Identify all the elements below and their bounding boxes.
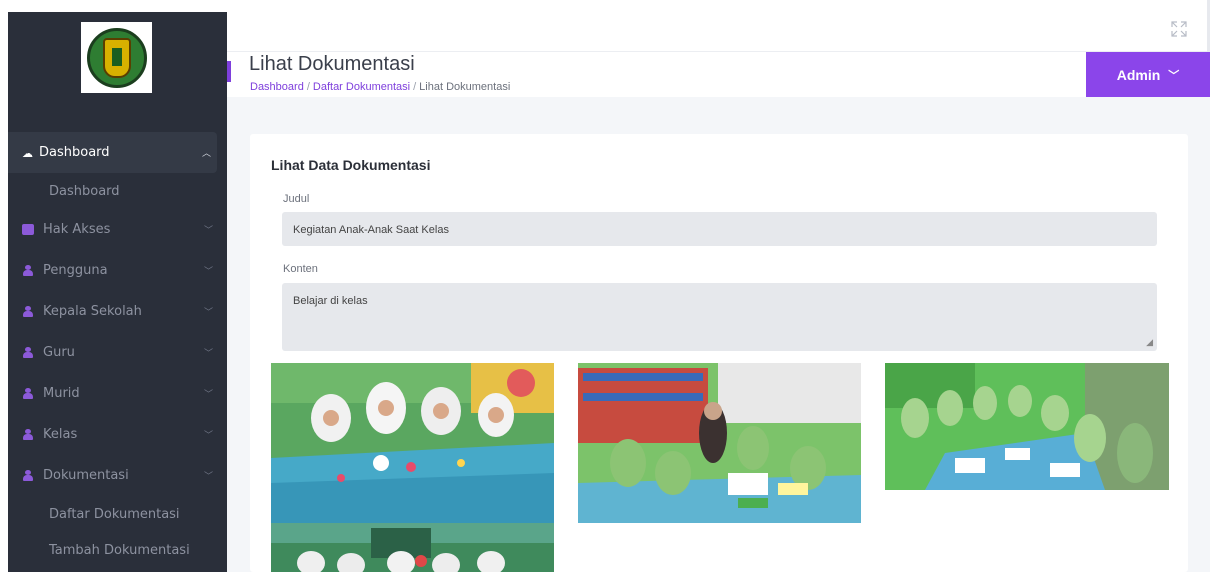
documentation-photo-4[interactable]: [271, 523, 554, 572]
user-icon: [22, 388, 34, 399]
konten-textarea[interactable]: Belajar di kelas ◢: [282, 283, 1157, 351]
user-icon: [22, 265, 34, 276]
sidebar-item-dashboard[interactable]: ☁ Dashboard ︿: [8, 132, 217, 173]
user-icon: [22, 429, 34, 440]
sidebar-item-label: Hak Akses: [43, 222, 111, 237]
sidebar-nav: ☁ Dashboard ︿ Dashboard Hak Akses ﹀ Peng…: [8, 132, 227, 568]
user-icon: [22, 306, 34, 317]
dashboard-icon: ☁: [22, 147, 33, 160]
sidebar-item-label: Pengguna: [43, 263, 108, 278]
sidebar-item-label: Dashboard: [39, 145, 110, 160]
sidebar-item-label: Dokumentasi: [43, 468, 129, 483]
sidebar-item-guru[interactable]: Guru ﹀: [8, 332, 227, 373]
breadcrumb-current: Lihat Dokumentasi: [419, 81, 511, 93]
page-title: Lihat Dokumentasi: [249, 53, 415, 75]
judul-field[interactable]: Kegiatan Anak-Anak Saat Kelas: [282, 212, 1157, 246]
sidebar-item-label: Guru: [43, 345, 75, 360]
judul-value: Kegiatan Anak-Anak Saat Kelas: [293, 224, 449, 236]
chevron-down-icon: ﹀: [203, 267, 213, 277]
sidebar-item-label: Kelas: [43, 427, 78, 442]
card-title: Lihat Data Dokumentasi: [271, 157, 431, 173]
chevron-down-icon: ﹀: [203, 349, 213, 359]
chevron-down-icon: ﹀: [1168, 69, 1180, 82]
sidebar-subitem-dashboard[interactable]: Dashboard: [8, 173, 227, 209]
chevron-down-icon: ﹀: [203, 431, 213, 441]
sidebar-subitem-daftar-dokumentasi[interactable]: Daftar Dokumentasi: [8, 496, 227, 532]
documentation-photo-1[interactable]: [271, 363, 554, 523]
breadcrumb: Dashboard / Daftar Dokumentasi / Lihat Dokum…: [250, 81, 511, 93]
user-icon: [22, 347, 34, 358]
resize-handle-icon[interactable]: ◢: [1146, 337, 1153, 348]
fullscreen-icon[interactable]: [1170, 20, 1188, 38]
chevron-down-icon: ﹀: [203, 472, 213, 482]
topbar: [227, 0, 1210, 390]
breadcrumb-link-dashboard[interactable]: Dashboard: [250, 81, 304, 93]
documentation-card: Lihat Data Dokumentasi Judul Kegiatan An…: [250, 134, 1188, 572]
documentation-photo-2[interactable]: [578, 363, 861, 523]
documentation-photo-3[interactable]: [885, 363, 1169, 490]
sidebar-item-kepala-sekolah[interactable]: Kepala Sekolah ﹀: [8, 291, 227, 332]
konten-value: Belajar di kelas: [293, 295, 368, 307]
sidebar-item-dokumentasi[interactable]: Dokumentasi ﹀: [8, 455, 227, 496]
chevron-down-icon: ﹀: [203, 226, 213, 236]
user-icon: [22, 470, 34, 481]
chevron-down-icon: ﹀: [203, 390, 213, 400]
sidebar-item-murid[interactable]: Murid ﹀: [8, 373, 227, 414]
page-header: Lihat Dokumentasi Dashboard / Daftar Dokum…: [227, 52, 1210, 97]
logo-emblem: [86, 27, 147, 88]
chevron-up-icon: ︿: [201, 149, 211, 159]
sidebar-item-label: Murid: [43, 386, 80, 401]
konten-label: Konten: [283, 263, 318, 275]
sidebar-subitem-tambah-dokumentasi[interactable]: Tambah Dokumentasi: [8, 532, 227, 568]
sidebar-item-kelas[interactable]: Kelas ﹀: [8, 414, 227, 455]
breadcrumb-link-daftar-dokumentasi[interactable]: Daftar Dokumentasi: [313, 81, 410, 93]
judul-label: Judul: [283, 193, 310, 205]
sidebar-item-hak-akses[interactable]: Hak Akses ﹀: [8, 209, 227, 250]
admin-label: Admin: [1116, 66, 1161, 83]
school-logo: [81, 22, 152, 93]
sidebar-item-label: Kepala Sekolah: [43, 304, 142, 319]
sidebar: ☁ Dashboard ︿ Dashboard Hak Akses ﹀ Peng…: [8, 12, 227, 572]
admin-menu-button[interactable]: Admin ﹀: [1086, 52, 1210, 97]
sidebar-item-pengguna[interactable]: Pengguna ﹀: [8, 250, 227, 291]
chevron-down-icon: ﹀: [203, 308, 213, 318]
header-accent-bar: [227, 61, 231, 82]
list-icon: [22, 224, 34, 235]
